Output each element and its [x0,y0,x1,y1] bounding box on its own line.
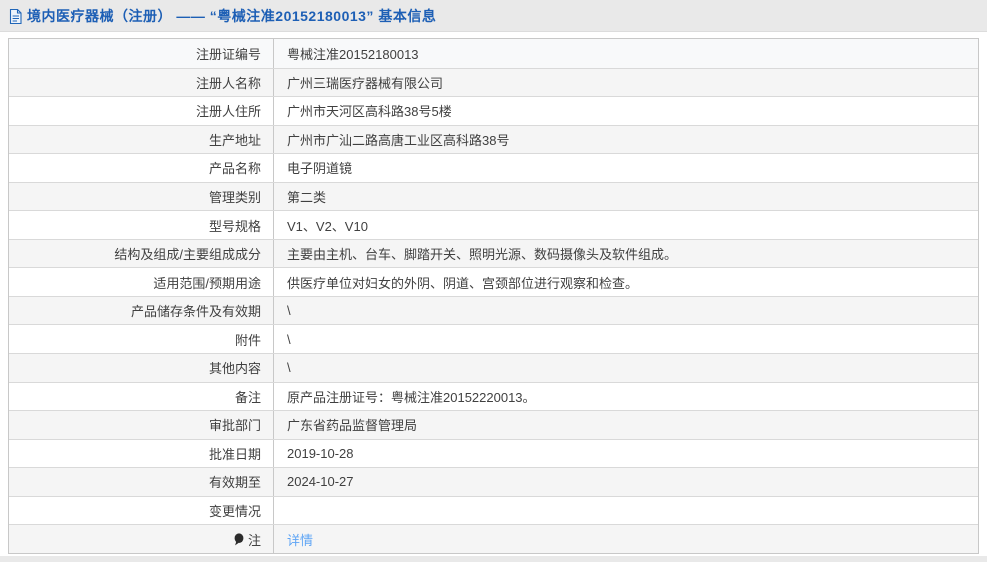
row-label-text: 注册人名称 [195,75,261,91]
table-row: 结构及组成/主要组成成分 主要由主机、台车、脚踏开关、照明光源、数码摄像头及软件组… [9,238,978,268]
row-label: 注册人住所 [9,97,274,125]
row-value: 主要由主机、台车、脚踏开关、照明光源、数码摄像头及软件组成。 [287,247,678,263]
table-row: 其他内容 \ [9,353,978,382]
row-value: 广州市广汕二路高唐工业区高科路38号 [287,132,510,148]
row-label-text: 有效期至 [208,475,261,491]
table-row: 适用范围/预期用途 供医疗单位对妇女的外阴、阴道、宫颈部位进行观察和检查。 [9,267,978,296]
page-title: 境内医疗器械（注册） —— “粤械注准20152180013” 基本信息 [27,7,437,24]
row-label: 产品名称 [9,154,274,182]
table-row: 备注 原产品注册证号：粤械注准20152220013。 [9,381,978,411]
row-label: 适用范围/预期用途 [9,268,274,296]
row-value: 详情 [274,530,978,549]
row-value: 广州三瑞医疗器械有限公司 [287,75,444,91]
table-row: 生产地址 广州市广汕二路高唐工业区高科路38号 [9,124,978,154]
row-label: 审批部门 [9,411,274,439]
row-label-text: 结构及组成/主要组成成分 [114,247,261,263]
table-row: 产品名称 电子阴道镜 [9,153,978,182]
table-row: 注册人住所 广州市天河区高科路38号5楼 [9,96,978,125]
row-label: 备注 [9,382,274,411]
row-label: 有效期至 [9,468,274,496]
table-row: 注册人名称 广州三瑞医疗器械有限公司 [9,67,978,97]
row-value: 电子阴道镜 [287,161,353,177]
table-row: 型号规格 V1、V2、V10 [9,210,978,239]
row-label-text: 注册人住所 [195,104,261,120]
table-row: 管理类别 第二类 [9,181,978,211]
row-label-text: 审批部门 [208,418,261,434]
content-panel: 注册证编号 粤械注准20152180013 注册人名称 广州三瑞医疗器械有限公司 注册人… [0,32,987,556]
row-value: V1、V2、V10 [287,218,368,234]
row-value: 广州市天河区高科路38号5楼 [287,104,452,120]
row-label: 结构及组成/主要组成成分 [9,239,274,268]
row-label-text: 附件 [234,332,261,348]
row-value: 第二类 [287,190,327,205]
row-label: 其他内容 [9,354,274,382]
row-label-text: 管理类别 [208,190,261,205]
row-value: \ [287,331,291,347]
table-row: 注册证编号 粤械注准20152180013 [9,39,978,68]
row-label: 型号规格 [9,211,274,239]
row-label-text: 适用范围/预期用途 [153,275,261,291]
table-row: 注 详情 [9,524,978,553]
row-label: 批准日期 [9,439,274,468]
row-label: 生产地址 [9,125,274,154]
registration-info-table: 注册证编号 粤械注准20152180013 注册人名称 广州三瑞医疗器械有限公司 注册人… [8,38,979,554]
row-label: 产品储存条件及有效期 [9,296,274,325]
row-value: 粤械注准20152180013 [287,46,419,62]
table-row: 附件 \ [9,324,978,354]
row-label: 注册证编号 [9,39,274,68]
row-value: 广东省药品监督管理局 [287,418,418,434]
row-label-text: 生产地址 [208,132,261,148]
row-label: 注 [9,525,274,553]
row-label: 管理类别 [9,182,274,211]
table-row: 变更情况 [9,495,978,525]
comment-balloon-icon [234,532,244,546]
table-row: 审批部门 广东省药品监督管理局 [9,410,978,439]
row-label-text: 产品储存条件及有效期 [130,304,261,320]
row-value: 原产品注册证号：粤械注准20152220013。 [287,389,536,405]
details-link[interactable]: 详情 [287,533,313,548]
row-label-text: 注册证编号 [195,46,261,62]
row-label-text: 批准日期 [208,446,261,462]
row-label: 变更情况 [9,496,274,525]
row-label-text: 产品名称 [208,161,261,177]
page-header: 境内医疗器械（注册） —— “粤械注准20152180013” 基本信息 [0,0,987,32]
row-label-text: 变更情况 [208,504,261,520]
row-value: \ [287,303,291,319]
table-row: 产品储存条件及有效期 \ [9,295,978,325]
row-label-text: 其他内容 [208,361,261,377]
table-row: 有效期至 2024-10-27 [9,467,978,496]
row-value: \ [287,360,291,376]
row-label-text: 注 [247,532,261,548]
row-value: 供医疗单位对妇女的外阴、阴道、宫颈部位进行观察和检查。 [287,275,639,291]
row-value: 2019-10-28 [287,445,354,461]
row-label-text: 备注 [234,389,261,405]
row-label: 注册人名称 [9,68,274,97]
table-row: 批准日期 2019-10-28 [9,438,978,468]
row-value: 2024-10-27 [287,474,354,490]
row-label-text: 型号规格 [208,218,261,234]
row-label: 附件 [9,325,274,354]
document-icon [9,8,22,24]
